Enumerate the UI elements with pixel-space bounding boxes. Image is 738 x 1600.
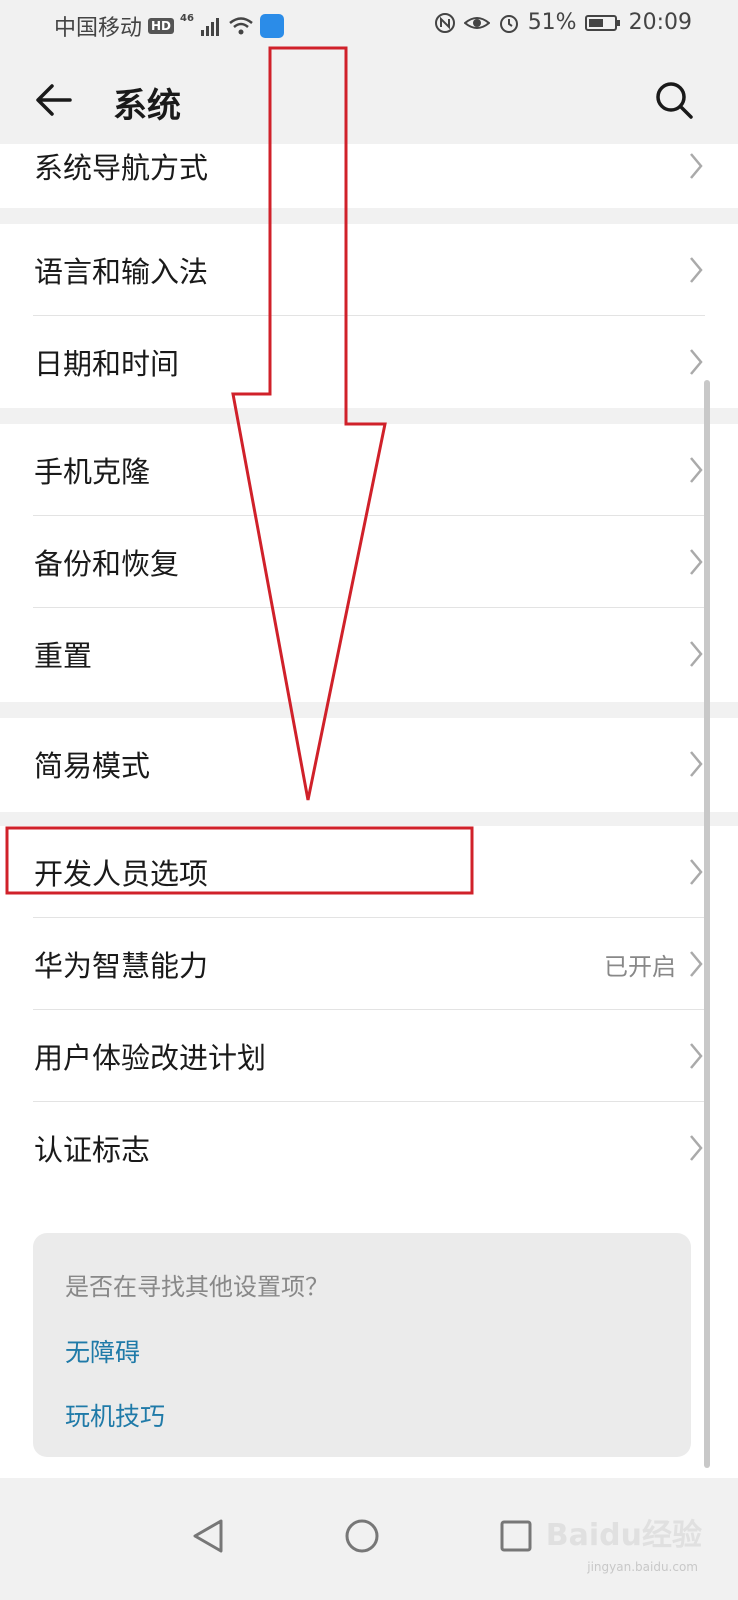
nav-recents-button[interactable] bbox=[486, 1506, 546, 1566]
chevron-right-icon bbox=[690, 859, 703, 885]
chevron-right-icon bbox=[690, 349, 703, 375]
list-item-date-time[interactable]: 日期和时间 bbox=[0, 316, 738, 408]
scrollbar[interactable] bbox=[704, 380, 710, 1468]
wifi-icon bbox=[229, 17, 253, 35]
hd-icon: HD bbox=[148, 18, 175, 34]
chevron-right-icon bbox=[690, 457, 703, 483]
list-item-label: 用户体验改进计划 bbox=[34, 1041, 267, 1075]
eye-icon bbox=[463, 16, 490, 29]
list-item-simple-mode[interactable]: 简易模式 bbox=[0, 718, 738, 810]
chevron-right-icon bbox=[690, 751, 703, 777]
list-item-label: 语言和输入法 bbox=[34, 255, 209, 289]
settings-group-1: 系统导航方式 bbox=[0, 144, 738, 208]
list-item-user-experience[interactable]: 用户体验改进计划 bbox=[0, 1010, 738, 1102]
baidu-watermark: Baidu经验 bbox=[545, 1518, 702, 1553]
status-bar: 中国移动 HD 46 51% 20:09 bbox=[0, 0, 738, 50]
status-value: 已开启 bbox=[604, 952, 676, 981]
list-item-backup-restore[interactable]: 备份和恢复 bbox=[0, 516, 738, 608]
chevron-right-icon bbox=[690, 951, 703, 977]
chevron-right-icon bbox=[690, 1135, 703, 1161]
list-item-label: 重置 bbox=[34, 639, 93, 673]
suggestion-card: 是否在寻找其他设置项？ 无障碍 玩机技巧 bbox=[33, 1233, 691, 1457]
app-notification-icon bbox=[259, 14, 284, 38]
nav-back-button[interactable] bbox=[178, 1506, 238, 1566]
carrier-name: 中国移动 bbox=[54, 16, 143, 41]
alarm-icon bbox=[499, 14, 518, 33]
settings-group-2: 语言和输入法 日期和时间 bbox=[0, 224, 738, 408]
list-item-system-navigation[interactable]: 系统导航方式 bbox=[0, 146, 738, 186]
suggestion-question: 是否在寻找其他设置项？ bbox=[65, 1273, 329, 1301]
list-item-label: 系统导航方式 bbox=[34, 151, 209, 185]
app-bar: 系统 bbox=[0, 50, 738, 144]
triangle-back-icon bbox=[193, 1519, 223, 1553]
clock: 20:09 bbox=[628, 10, 692, 35]
square-recents-icon bbox=[500, 1520, 532, 1552]
settings-group-4: 简易模式 bbox=[0, 718, 738, 812]
status-left: 中国移动 HD 46 bbox=[54, 10, 284, 42]
network-type: 46 bbox=[180, 12, 194, 24]
link-tips[interactable]: 玩机技巧 bbox=[65, 1397, 165, 1433]
chevron-right-icon bbox=[690, 549, 703, 575]
settings-group-3: 手机克隆 备份和恢复 重置 bbox=[0, 424, 738, 702]
list-item-label: 开发人员选项 bbox=[34, 857, 209, 891]
battery-percent: 51% bbox=[527, 10, 577, 35]
chevron-right-icon bbox=[690, 641, 703, 667]
list-item-label: 手机克隆 bbox=[34, 455, 151, 489]
status-right: 51% 20:09 bbox=[434, 10, 692, 35]
chevron-right-icon bbox=[690, 257, 703, 283]
watermark-url: jingyan.baidu.com bbox=[587, 1560, 698, 1574]
list-item-phone-clone[interactable]: 手机克隆 bbox=[0, 424, 738, 516]
list-item-developer-options[interactable]: 开发人员选项 bbox=[0, 826, 738, 918]
chevron-right-icon bbox=[690, 1043, 703, 1069]
nav-home-button[interactable] bbox=[332, 1506, 392, 1566]
list-item-label: 认证标志 bbox=[34, 1133, 151, 1167]
list-item-huawei-smart[interactable]: 华为智慧能力 已开启 bbox=[0, 918, 738, 1010]
search-icon bbox=[656, 82, 693, 119]
signal-icon bbox=[200, 18, 219, 36]
list-item-label: 备份和恢复 bbox=[34, 547, 180, 581]
list-item-reset[interactable]: 重置 bbox=[0, 608, 738, 700]
list-item-label: 华为智慧能力 bbox=[34, 949, 209, 983]
list-item-label: 日期和时间 bbox=[34, 347, 180, 381]
list-item-label: 简易模式 bbox=[34, 749, 151, 783]
circle-home-icon bbox=[345, 1519, 379, 1553]
arrow-left-icon bbox=[36, 84, 72, 116]
search-button[interactable] bbox=[650, 76, 698, 124]
page-title: 系统 bbox=[113, 86, 181, 126]
list-item-language-input[interactable]: 语言和输入法 bbox=[0, 224, 738, 316]
link-accessibility[interactable]: 无障碍 bbox=[65, 1333, 140, 1369]
nfc-icon bbox=[434, 12, 455, 33]
list-item-certification[interactable]: 认证标志 bbox=[0, 1102, 738, 1194]
chevron-right-icon bbox=[690, 153, 703, 179]
back-button[interactable] bbox=[30, 76, 78, 124]
battery-icon bbox=[584, 14, 620, 31]
